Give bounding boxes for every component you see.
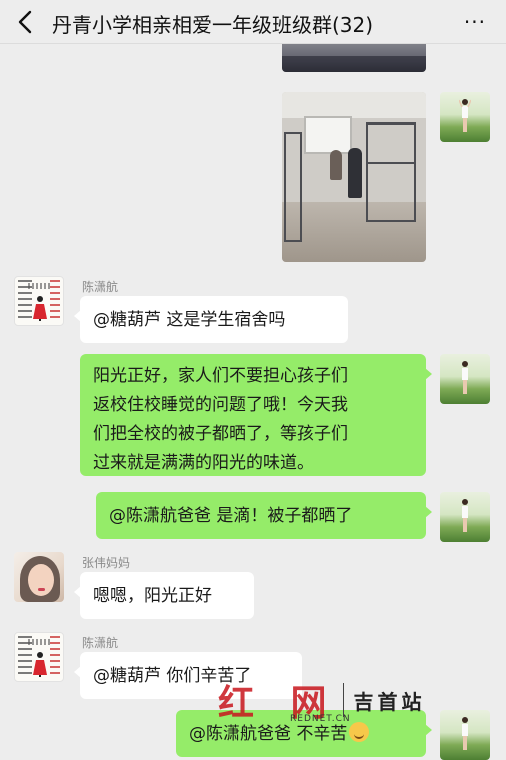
image-message[interactable]	[282, 44, 426, 72]
message-line: 阳光正好，家人们不要担心孩子们	[93, 366, 348, 386]
message-bubble[interactable]: @陈潇航爸爸 是滴！被子都晒了	[96, 492, 432, 539]
chat-title: 丹青小学相亲相爱一年级班级群(32)	[52, 13, 374, 37]
message-bubble[interactable]: @糖葫芦 这是学生宿舍吗	[74, 296, 348, 343]
message-line: 过来就是满满的阳光的味道。	[93, 453, 314, 473]
smile-emoji-icon	[349, 722, 370, 742]
dormitory-photo[interactable]	[282, 92, 426, 262]
sender-avatar[interactable]	[14, 552, 64, 602]
self-avatar[interactable]	[440, 92, 490, 142]
sender-avatar[interactable]	[14, 276, 64, 326]
watermark-url: REDNET.CN	[290, 714, 351, 724]
chat-header: 丹青小学相亲相爱一年级班级群(32) ···	[0, 0, 506, 44]
message-text: @陈潇航爸爸 不辛苦	[189, 724, 348, 744]
message-line: 们把全校的被子都晒了，等孩子们	[93, 424, 348, 444]
sender-name: 张伟妈妈	[82, 556, 131, 570]
sender-avatar[interactable]	[14, 632, 64, 682]
message-line: 返校住校睡觉的问题了哦！今天我	[93, 395, 348, 415]
sender-name: 陈潇航	[82, 280, 119, 294]
more-dots-icon[interactable]: ···	[464, 10, 486, 34]
message-bubble[interactable]: 阳光正好，家人们不要担心孩子们 返校住校睡觉的问题了哦！今天我 们把全校的被子都…	[80, 354, 432, 476]
sender-name: 陈潇航	[82, 636, 119, 650]
watermark-city: 吉首站	[353, 689, 426, 714]
message-list: 陈潇航 @糖葫芦 这是学生宿舍吗 阳光正好，家人们不要担心孩子们 返校住校睡觉的…	[0, 44, 506, 760]
rednet-watermark: 红 网 吉首站 REDNET.CN	[218, 680, 426, 724]
back-chevron-icon[interactable]	[14, 9, 38, 35]
self-avatar[interactable]	[440, 710, 490, 760]
self-avatar[interactable]	[440, 492, 490, 542]
message-bubble[interactable]: 嗯嗯，阳光正好	[74, 572, 254, 619]
self-avatar[interactable]	[440, 354, 490, 404]
